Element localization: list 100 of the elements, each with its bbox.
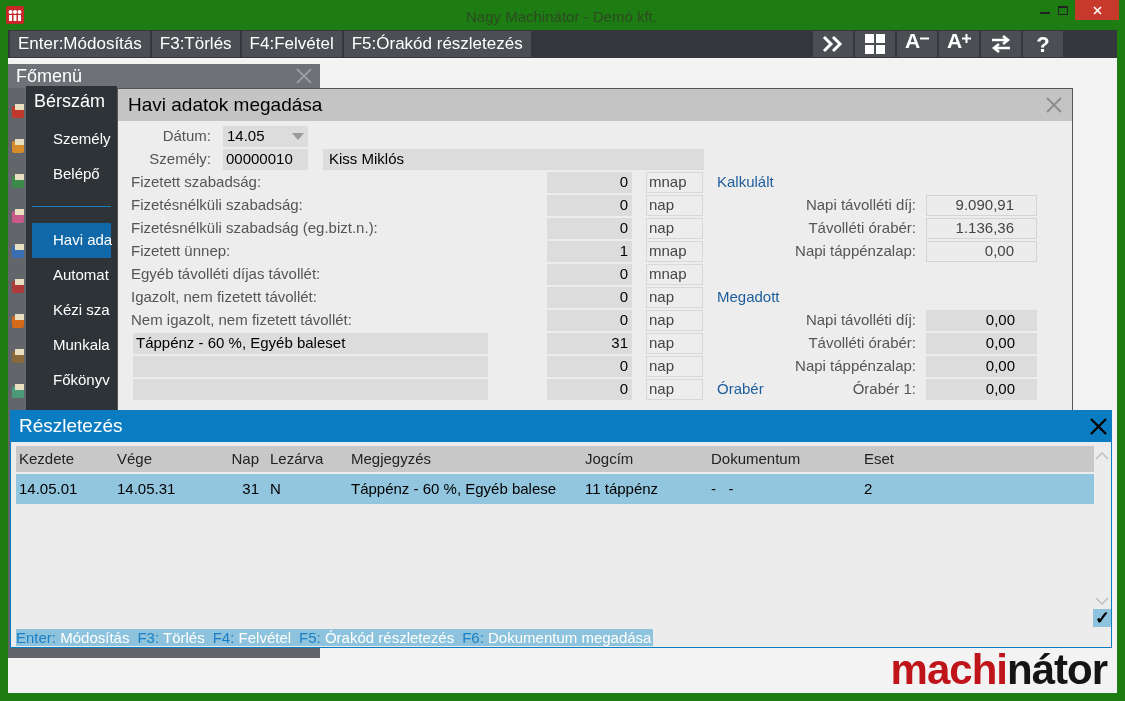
column-header: Lezárva xyxy=(269,448,325,469)
value-field[interactable]: 0 xyxy=(547,264,632,285)
scroll-down-icon[interactable] xyxy=(1095,597,1109,605)
amount-field[interactable]: 0,00 xyxy=(926,379,1037,400)
column-header: Kezdete xyxy=(18,448,76,469)
unit-field: nap xyxy=(646,287,703,308)
amount-field: 9.090,91 xyxy=(926,195,1037,216)
grid-icon xyxy=(865,34,885,54)
table-cell-text: 14.05.31 xyxy=(117,478,177,499)
module-icon xyxy=(12,279,26,294)
toolbar-button[interactable]: F4:Felvétel xyxy=(241,31,342,57)
plus-icon xyxy=(962,34,972,43)
person-name-field[interactable]: Kiss Miklós xyxy=(323,149,704,170)
unit-field: nap xyxy=(646,310,703,331)
table-cell-text: Táppénz - 60 %, Egyéb balese xyxy=(351,478,558,499)
field-label: Napi táppénzalap: xyxy=(795,241,916,262)
value-field[interactable]: 0 xyxy=(547,287,632,308)
column-header: Eset xyxy=(864,448,895,469)
field-label: Fizetett ünnep: xyxy=(131,241,232,262)
absence-type-field[interactable]: Táppénz - 60 %, Egyéb baleset xyxy=(133,333,488,354)
column-header: Jogcím xyxy=(585,448,635,469)
dropdown-caret-icon xyxy=(292,133,304,140)
unit-field: nap xyxy=(646,218,703,239)
app-logo-icon xyxy=(6,6,24,24)
module-icon xyxy=(12,139,26,154)
table-cell-text: N xyxy=(269,478,282,499)
amount-field[interactable]: 0,00 xyxy=(926,310,1037,331)
toolbar-button[interactable]: Enter:Módosítás xyxy=(10,31,150,57)
menu-item[interactable]: Személy xyxy=(32,122,111,157)
table-row[interactable]: 14.05.01 14.05.31 31 N Táppénz - 60 %, Egyéb balese 11 táppénz - - 2 xyxy=(16,474,1094,504)
field-label: Napi távolléti díj: xyxy=(805,195,916,216)
field-label: Órabér 1: xyxy=(852,379,916,400)
table-cell-text: - - xyxy=(711,478,735,499)
section-heading: Órabér xyxy=(717,379,764,400)
unit-field: nap xyxy=(646,195,703,216)
unit-field: mnap xyxy=(646,241,703,262)
value-field[interactable]: 0 xyxy=(547,172,632,193)
module-icon xyxy=(12,384,26,399)
value-field[interactable]: 31 xyxy=(547,333,632,354)
toolbar-button[interactable]: F5:Órakód részletezés xyxy=(343,31,531,57)
date-dropdown[interactable]: 14.05 xyxy=(223,126,308,147)
amount-field: 1.136,36 xyxy=(926,218,1037,239)
unit-field: mnap xyxy=(646,264,703,285)
field-label: Dátum: xyxy=(161,126,211,147)
maximize-icon[interactable] xyxy=(1058,6,1068,16)
module-icon xyxy=(12,104,26,119)
section-heading: Kalkulált xyxy=(717,172,774,193)
toolbar-button[interactable]: F3:Törlés xyxy=(151,31,240,57)
field-label: Távolléti órabér: xyxy=(808,218,916,239)
panel-title: Részletezés xyxy=(19,414,123,439)
module-icon xyxy=(12,209,26,224)
font-larger-button[interactable]: A xyxy=(939,31,979,57)
value-field[interactable]: 0 xyxy=(547,356,632,377)
double-chevron-icon xyxy=(822,35,844,53)
module-icon xyxy=(12,314,26,329)
swap-button[interactable] xyxy=(981,31,1021,57)
column-header: Dokumentum xyxy=(711,448,802,469)
panel-title: Főmenü xyxy=(16,64,83,88)
field-label: Távolléti órabér: xyxy=(808,333,916,354)
value-field[interactable]: 0 xyxy=(547,310,632,331)
help-button[interactable]: ? xyxy=(1023,31,1063,57)
submenu-title: Bérszám xyxy=(34,91,105,111)
fast-forward-button[interactable] xyxy=(813,31,853,57)
value-field[interactable]: 0 xyxy=(547,218,632,239)
menu-item[interactable]: Kézi sza xyxy=(32,293,111,328)
grid-view-button[interactable] xyxy=(855,31,895,57)
amount-field[interactable]: 0,00 xyxy=(926,333,1037,354)
menu-item[interactable]: Havi ada xyxy=(32,223,111,258)
field-label: Nem igazolt, nem fizetett távollét: xyxy=(131,310,353,331)
unit-field: nap xyxy=(646,379,703,400)
field-label: Fizetésnélküli szabadság: xyxy=(131,195,304,216)
unit-field: mnap xyxy=(646,172,703,193)
field-label: Napi távolléti díj: xyxy=(805,310,916,331)
field-label: Egyéb távolléti díjas távollét: xyxy=(131,264,322,285)
amount-field: 0,00 xyxy=(926,241,1037,262)
column-header: Megjegyzés xyxy=(351,448,433,469)
table-cell-text: 11 táppénz xyxy=(585,478,660,499)
menu-item[interactable]: Munkala xyxy=(32,328,111,363)
field-label: Fizetésnélküli szabadság (eg.bizt.n.): xyxy=(131,218,379,239)
close-button[interactable] xyxy=(1075,0,1119,20)
value-field[interactable]: 1 xyxy=(547,241,632,262)
module-icon xyxy=(12,349,26,364)
brand-logo: machinátor xyxy=(890,649,1107,691)
person-code-field[interactable]: 00000010 xyxy=(223,149,308,170)
font-smaller-button[interactable]: A xyxy=(897,31,937,57)
field-label: Igazolt, nem fizetett távollét: xyxy=(131,287,318,308)
close-icon[interactable] xyxy=(1090,418,1107,435)
section-heading: Megadott xyxy=(717,287,780,308)
field-label: Napi táppénzalap: xyxy=(795,356,916,377)
swap-arrows-icon xyxy=(990,35,1012,53)
table-cell-text: 2 xyxy=(864,478,874,499)
menu-item[interactable]: Belépő xyxy=(32,157,111,192)
minimize-icon[interactable] xyxy=(1040,12,1050,15)
menu-item[interactable]: Főkönyv xyxy=(32,363,111,398)
scroll-up-icon[interactable] xyxy=(1095,452,1109,460)
confirm-checkbox[interactable]: ✓ xyxy=(1093,609,1111,627)
value-field[interactable]: 0 xyxy=(547,379,632,400)
menu-item[interactable]: Automat xyxy=(32,258,111,293)
amount-field[interactable]: 0,00 xyxy=(926,356,1037,377)
value-field[interactable]: 0 xyxy=(547,195,632,216)
